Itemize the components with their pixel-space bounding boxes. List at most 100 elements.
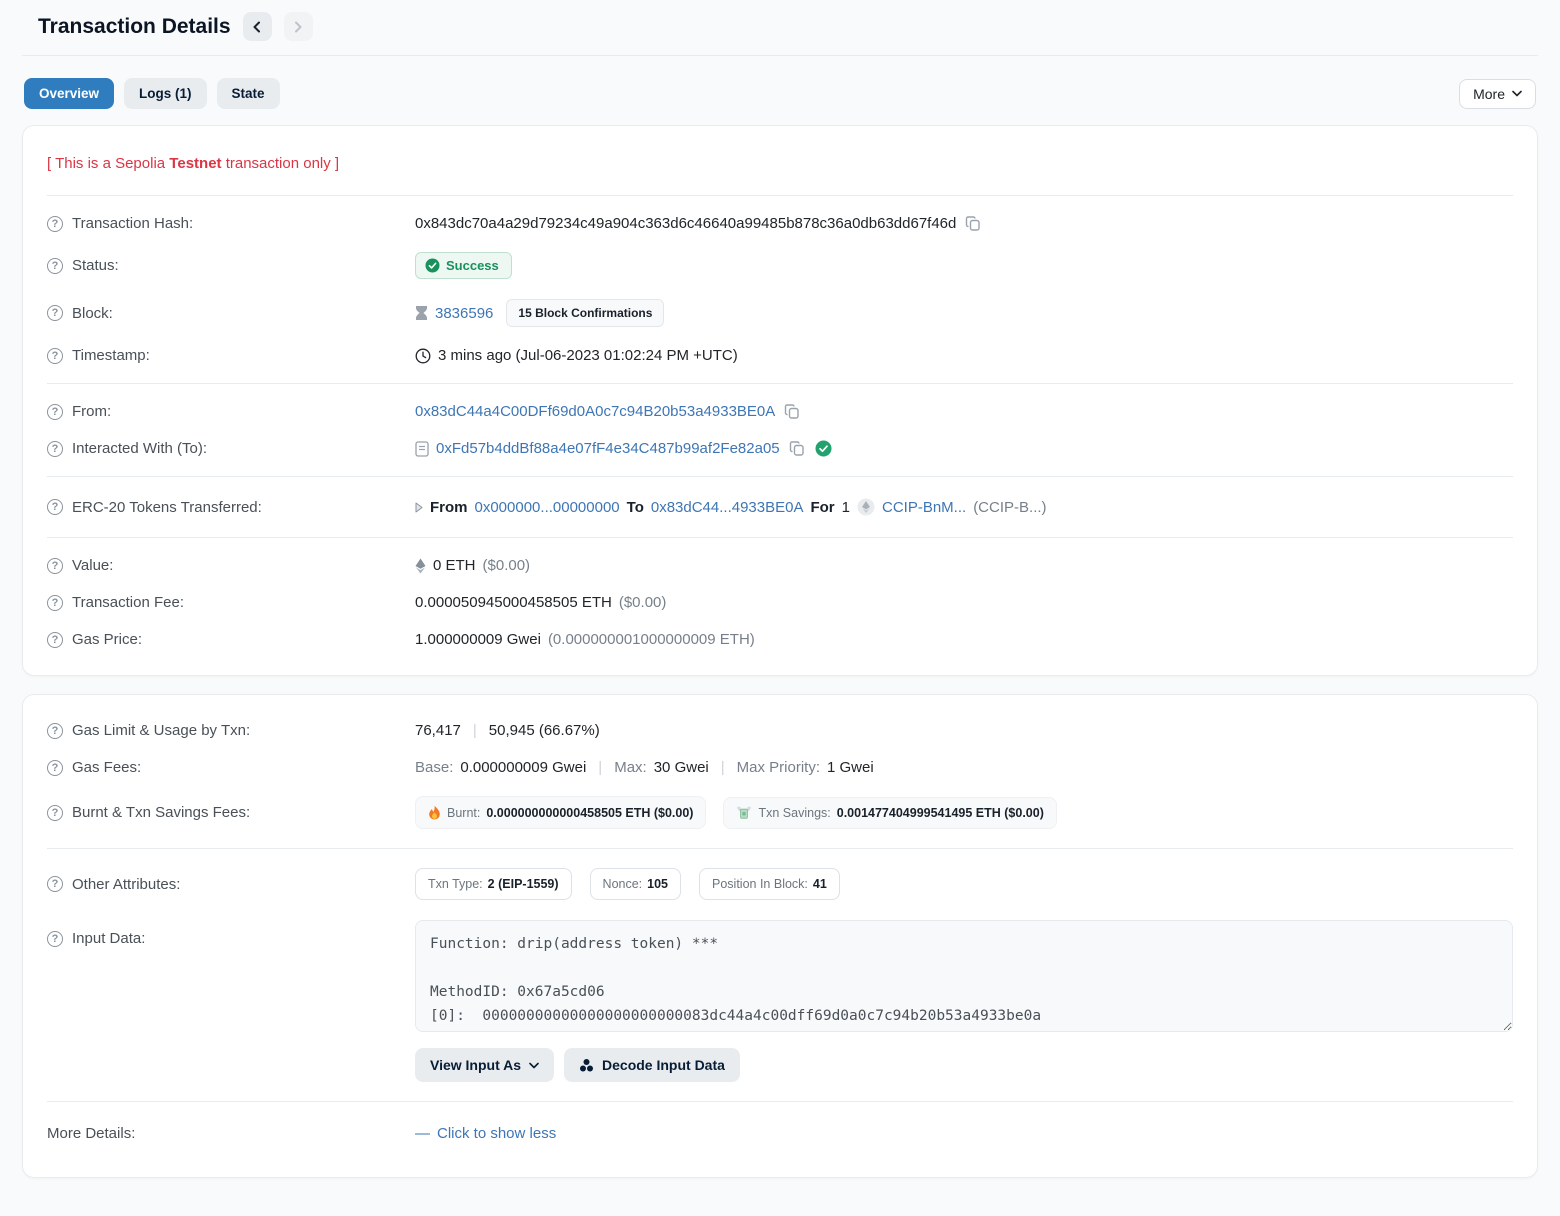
timestamp-value: 3 mins ago (Jul-06-2023 01:02:24 PM +UTC…	[438, 347, 738, 364]
help-icon[interactable]: ?	[47, 558, 63, 574]
previous-transaction-button[interactable]	[243, 12, 272, 41]
copy-icon	[784, 403, 801, 420]
testnet-notice-text-2: transaction only ]	[222, 155, 340, 172]
block-row: ? Block: 3836596 15 Block Confirmations	[47, 289, 1513, 337]
help-icon[interactable]: ?	[47, 723, 63, 739]
gas-price-label: Gas Price:	[72, 631, 142, 648]
nonce-label: Nonce:	[603, 877, 643, 891]
gas-price-amount: 1.000000009 Gwei	[415, 631, 541, 648]
erc20-transfers-label: ERC-20 Tokens Transferred:	[72, 499, 262, 516]
erc20-from-label: From	[430, 499, 468, 516]
max-priority-fee-label: Max Priority:	[737, 759, 820, 776]
value-usd: ($0.00)	[483, 557, 531, 574]
help-icon[interactable]: ?	[47, 216, 63, 232]
gas-price-eth: (0.000000001000000009 ETH)	[548, 631, 755, 648]
testnet-notice-text: [ This is a Sepolia	[47, 155, 169, 172]
token-icon	[857, 498, 875, 516]
copy-from-address-button[interactable]	[782, 403, 803, 420]
burnt-savings-row: ? Burnt & Txn Savings Fees: Burnt: 0.000…	[47, 786, 1513, 839]
interacted-with-label: Interacted With (To):	[72, 440, 207, 457]
show-less-link[interactable]: — Click to show less	[415, 1125, 556, 1142]
minus-icon: —	[415, 1125, 430, 1142]
other-attributes-label: Other Attributes:	[72, 876, 180, 893]
view-input-as-button[interactable]: View Input As	[415, 1048, 554, 1082]
transaction-fee-row: ? Transaction Fee: 0.000050945000458505 …	[47, 584, 1513, 621]
transaction-gas-card: ? Gas Limit & Usage by Txn: 76,417 | 50,…	[22, 694, 1538, 1178]
erc20-to-address-link[interactable]: 0x83dC44...4933BE0A	[651, 499, 804, 516]
help-icon[interactable]: ?	[47, 632, 63, 648]
help-icon[interactable]: ?	[47, 931, 63, 947]
tab-state[interactable]: State	[217, 78, 280, 109]
txn-savings-badge: Txn Savings: 0.001477404999541495 ETH ($…	[723, 797, 1056, 829]
next-transaction-button[interactable]	[284, 12, 313, 41]
contract-file-icon	[415, 441, 429, 457]
help-icon[interactable]: ?	[47, 404, 63, 420]
more-button[interactable]: More	[1459, 79, 1536, 109]
max-fee-value: 30 Gwei	[654, 759, 709, 776]
interacted-with-row: ? Interacted With (To): 0xFd57b4ddBf88a4…	[47, 430, 1513, 467]
tab-overview[interactable]: Overview	[24, 78, 114, 109]
copy-transaction-hash-button[interactable]	[963, 215, 984, 232]
blocks-icon	[579, 1058, 594, 1073]
txn-type-value: 2 (EIP-1559)	[488, 877, 559, 891]
from-address-link[interactable]: 0x83dC44a4C00DFf69d0A0c7c94B20b53a4933BE…	[415, 403, 775, 420]
txn-savings-label: Txn Savings:	[758, 806, 830, 820]
value-row: ? Value: 0 ETH ($0.00)	[47, 547, 1513, 584]
position-in-block-value: 41	[813, 877, 827, 891]
status-value: Success	[446, 258, 499, 273]
burnt-savings-label: Burnt & Txn Savings Fees:	[72, 804, 250, 821]
status-row: ? Status: Success	[47, 242, 1513, 289]
attributes-input-group: ? Other Attributes: Txn Type: 2 (EIP-155…	[47, 848, 1513, 1101]
money-wings-icon	[736, 806, 752, 819]
erc20-from-address-link[interactable]: 0x000000...00000000	[475, 499, 620, 516]
base-fee-value: 0.000000009 Gwei	[460, 759, 586, 776]
copy-icon	[965, 215, 982, 232]
tab-logs[interactable]: Logs (1)	[124, 78, 207, 109]
contract-address-link[interactable]: 0xFd57b4ddBf88a4e07fF4e34C487b99af2Fe82a…	[436, 440, 780, 457]
erc20-for-label: For	[810, 499, 834, 516]
copy-contract-address-button[interactable]	[787, 440, 808, 457]
page-container: Transaction Details Overview Logs (1) St…	[0, 0, 1560, 1216]
gas-limit-row: ? Gas Limit & Usage by Txn: 76,417 | 50,…	[47, 712, 1513, 749]
addresses-group: ? From: 0x83dC44a4C00DFf69d0A0c7c94B20b5…	[47, 383, 1513, 476]
input-data-row: ? Input Data: Function: drip(address tok…	[47, 910, 1513, 1092]
help-icon[interactable]: ?	[47, 499, 63, 515]
status-label: Status:	[72, 257, 119, 274]
flame-icon	[428, 805, 441, 820]
erc20-transfers-row: ? ERC-20 Tokens Transferred: From 0x0000…	[47, 486, 1513, 528]
base-fee-label: Base:	[415, 759, 453, 776]
more-details-label: More Details:	[47, 1125, 135, 1142]
help-icon[interactable]: ?	[47, 258, 63, 274]
help-icon[interactable]: ?	[47, 595, 63, 611]
nonce-value: 105	[647, 877, 668, 891]
gas-price-row: ? Gas Price: 1.000000009 Gwei (0.0000000…	[47, 621, 1513, 658]
caret-right-icon	[415, 502, 423, 513]
timestamp-row: ? Timestamp: 3 mins ago (Jul-06-2023 01:…	[47, 337, 1513, 374]
gas-fees-row: ? Gas Fees: Base: 0.000000009 Gwei | Max…	[47, 749, 1513, 786]
input-data-textarea[interactable]: Function: drip(address token) *** Method…	[415, 920, 1513, 1032]
help-icon[interactable]: ?	[47, 441, 63, 457]
erc20-token-symbol: (CCIP-B...)	[973, 499, 1046, 516]
other-attributes-row: ? Other Attributes: Txn Type: 2 (EIP-155…	[47, 858, 1513, 910]
copy-icon	[789, 440, 806, 457]
block-number-link[interactable]: 3836596	[435, 305, 493, 322]
erc20-token-link[interactable]: CCIP-BnM...	[882, 499, 966, 516]
page-title: Transaction Details	[38, 15, 231, 39]
help-icon[interactable]: ?	[47, 348, 63, 364]
burnt-fee-value: 0.000000000000458505 ETH ($0.00)	[486, 806, 693, 820]
decode-input-data-button[interactable]: Decode Input Data	[564, 1048, 740, 1082]
gas-limit-label: Gas Limit & Usage by Txn:	[72, 722, 250, 739]
help-icon[interactable]: ?	[47, 760, 63, 776]
eth-icon	[415, 558, 426, 574]
gas-fees-label: Gas Fees:	[72, 759, 141, 776]
status-badge: Success	[415, 252, 512, 279]
erc20-amount: 1	[842, 499, 850, 516]
gas-usage-value: 50,945 (66.67%)	[489, 722, 600, 739]
testnet-notice: [ This is a Sepolia Testnet transaction …	[47, 143, 1513, 186]
verified-contract-icon	[815, 440, 832, 457]
help-icon[interactable]: ?	[47, 305, 63, 321]
help-icon[interactable]: ?	[47, 805, 63, 821]
more-details-group: More Details: — Click to show less	[47, 1101, 1513, 1169]
help-icon[interactable]: ?	[47, 876, 63, 892]
separator: |	[593, 759, 607, 776]
